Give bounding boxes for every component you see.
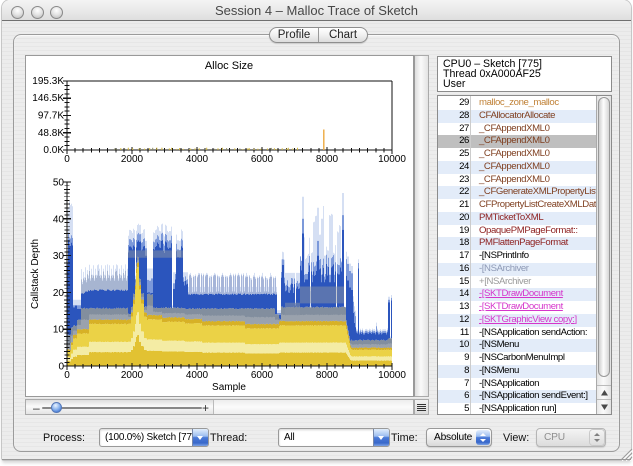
svg-text:146.5K: 146.5K bbox=[32, 93, 64, 104]
svg-text:8000: 8000 bbox=[316, 154, 339, 165]
svg-text:8000: 8000 bbox=[316, 370, 339, 381]
svg-text:Alloc Size: Alloc Size bbox=[205, 60, 253, 72]
svg-text:10000: 10000 bbox=[378, 370, 406, 381]
svg-text:0.0K: 0.0K bbox=[43, 145, 64, 156]
svg-text:30: 30 bbox=[53, 251, 65, 262]
svg-text:0: 0 bbox=[64, 154, 70, 165]
svg-text:Sample: Sample bbox=[212, 382, 246, 393]
svg-text:10: 10 bbox=[53, 325, 65, 336]
svg-text:40: 40 bbox=[53, 214, 65, 225]
svg-text:20: 20 bbox=[53, 288, 65, 299]
svg-text:195.3K: 195.3K bbox=[32, 76, 64, 87]
svg-text:50: 50 bbox=[53, 178, 65, 189]
svg-text:2000: 2000 bbox=[121, 154, 144, 165]
svg-text:0: 0 bbox=[64, 370, 70, 381]
svg-text:6000: 6000 bbox=[251, 154, 274, 165]
svg-text:4000: 4000 bbox=[186, 154, 209, 165]
svg-text:97.7K: 97.7K bbox=[38, 111, 64, 122]
svg-text:4000: 4000 bbox=[186, 370, 209, 381]
svg-text:2000: 2000 bbox=[121, 370, 144, 381]
svg-text:10000: 10000 bbox=[378, 154, 406, 165]
svg-text:Callstack Depth: Callstack Depth bbox=[30, 239, 41, 309]
svg-text:48.8K: 48.8K bbox=[38, 128, 64, 139]
svg-text:6000: 6000 bbox=[251, 370, 274, 381]
